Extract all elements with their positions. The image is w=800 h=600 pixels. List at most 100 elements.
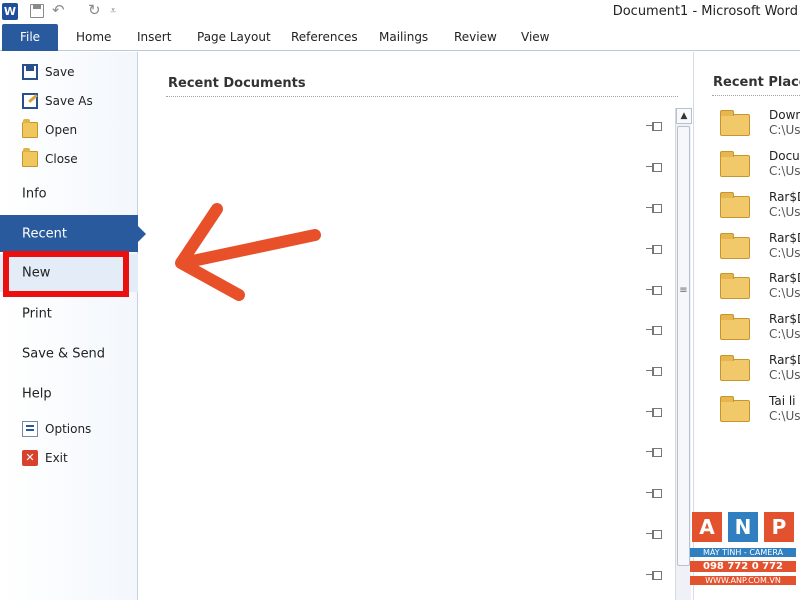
recent-place-item[interactable]: Docu C:\Us: [718, 149, 800, 185]
menu-item-label: Save: [45, 65, 75, 79]
word-app-icon[interactable]: W: [2, 3, 18, 20]
menu-item-print[interactable]: Print: [0, 298, 138, 330]
menu-item-info[interactable]: Info: [0, 178, 138, 210]
place-name: Rar$D: [769, 271, 800, 285]
menu-item-close[interactable]: Close: [0, 147, 138, 171]
backstage-menu: Save Save As Open Close Info Recent New …: [0, 52, 138, 600]
pin-icon[interactable]: [646, 447, 662, 457]
pin-icon[interactable]: [646, 244, 662, 254]
recent-place-item[interactable]: Rar$D C:\Us: [718, 271, 800, 307]
folder-icon: [720, 151, 750, 177]
folder-icon: [720, 355, 750, 381]
menu-item-options[interactable]: Options: [0, 417, 138, 441]
watermark-letters: A N P: [692, 512, 794, 544]
undo-icon[interactable]: ↶: [52, 1, 65, 19]
place-path: C:\Us: [769, 409, 800, 423]
customize-toolbar-icon[interactable]: ⩡: [110, 4, 116, 18]
scroll-thumb[interactable]: ≡: [677, 126, 690, 566]
pin-icon[interactable]: [646, 488, 662, 498]
place-path: C:\Us: [769, 205, 800, 219]
menu-item-label: Save As: [45, 94, 93, 108]
watermark-tagline: MÁY TÍNH - CAMERA: [690, 548, 796, 557]
pin-icon[interactable]: [646, 407, 662, 417]
watermark-letter-p: P: [764, 512, 794, 542]
tab-page-layout[interactable]: Page Layout: [197, 30, 271, 44]
close-folder-icon: [22, 148, 38, 167]
pin-icon[interactable]: [646, 162, 662, 172]
title-bar: W ↶ ↻ ⩡ Document1 - Microsoft Word: [0, 0, 800, 24]
menu-item-label: Recent: [22, 226, 67, 241]
menu-item-label: Exit: [45, 451, 68, 465]
menu-item-label: Info: [22, 186, 47, 202]
place-path: C:\Us: [769, 286, 800, 300]
watermark-phone: 098 772 0 772: [690, 561, 796, 572]
redo-icon[interactable]: ↻: [88, 1, 101, 19]
watermark-letter-n: N: [728, 512, 758, 542]
tab-home[interactable]: Home: [76, 30, 111, 44]
pin-icon[interactable]: [646, 366, 662, 376]
menu-item-label: Close: [45, 152, 78, 166]
recent-places-title: Recent Places: [713, 75, 800, 90]
watermark-logo: A N P MÁY TÍNH - CAMERA 098 772 0 772 WW…: [690, 512, 796, 594]
tab-references[interactable]: References: [291, 30, 358, 44]
folder-icon: [720, 110, 750, 136]
folder-icon: [720, 273, 750, 299]
place-path: C:\Us: [769, 164, 800, 178]
tab-mailings[interactable]: Mailings: [379, 30, 428, 44]
menu-item-label: Open: [45, 123, 78, 137]
pin-icon[interactable]: [646, 570, 662, 580]
place-name: Rar$D: [769, 190, 800, 204]
tab-review[interactable]: Review: [454, 30, 497, 44]
quick-save-icon[interactable]: [30, 4, 44, 18]
folder-icon: [720, 314, 750, 340]
folder-icon: [720, 233, 750, 259]
place-path: C:\Us: [769, 123, 800, 137]
menu-item-save-and-send[interactable]: Save & Send: [0, 338, 138, 370]
place-path: C:\Us: [769, 327, 800, 341]
recent-documents-scrollbar[interactable]: ▲ ≡: [675, 108, 692, 600]
open-folder-icon: [22, 119, 38, 138]
watermark-site: WWW.ANP.COM.VN: [690, 576, 796, 585]
pin-icon[interactable]: [646, 529, 662, 539]
place-name: Rar$D: [769, 312, 800, 326]
menu-item-label: Options: [45, 422, 92, 436]
place-path: C:\Us: [769, 368, 800, 382]
pin-icon[interactable]: [646, 121, 662, 131]
menu-item-open[interactable]: Open: [0, 118, 138, 142]
tab-file[interactable]: File: [2, 24, 58, 51]
place-name: Down: [769, 108, 800, 122]
recent-documents-divider: [166, 96, 678, 97]
menu-item-save[interactable]: Save: [0, 60, 138, 84]
recent-place-item[interactable]: Down C:\Us: [718, 108, 800, 144]
tab-view[interactable]: View: [521, 30, 549, 44]
recent-place-item[interactable]: Rar$D C:\Us: [718, 312, 800, 348]
pin-icon[interactable]: [646, 285, 662, 295]
highlight-box-new: [3, 251, 129, 297]
place-path: C:\Us: [769, 246, 800, 260]
menu-item-save-as[interactable]: Save As: [0, 89, 138, 113]
folder-icon: [720, 192, 750, 218]
exit-icon: ✕: [22, 450, 38, 466]
grip-icon: ≡: [679, 285, 688, 296]
recent-place-item[interactable]: Rar$D C:\Us: [718, 190, 800, 226]
recent-place-item[interactable]: Rar$D C:\Us: [718, 353, 800, 389]
menu-item-label: Save & Send: [22, 346, 106, 362]
save-icon: [22, 64, 38, 80]
watermark-letter-a: A: [692, 512, 722, 542]
menu-item-recent[interactable]: Recent: [0, 215, 138, 252]
recent-documents-title: Recent Documents: [168, 76, 306, 91]
save-as-icon: [22, 93, 38, 109]
menu-item-exit[interactable]: ✕ Exit: [0, 446, 138, 470]
place-name: Rar$D: [769, 231, 800, 245]
recent-place-item[interactable]: Rar$D C:\Us: [718, 231, 800, 267]
pin-icon[interactable]: [646, 203, 662, 213]
place-name: Docu: [769, 149, 800, 163]
recent-place-item[interactable]: Tai li C:\Us: [718, 394, 800, 430]
tab-insert[interactable]: Insert: [137, 30, 171, 44]
menu-item-help[interactable]: Help: [0, 378, 138, 410]
window-title: Document1 - Microsoft Word: [612, 4, 798, 19]
scroll-up-icon[interactable]: ▲: [676, 108, 692, 124]
pin-icon[interactable]: [646, 325, 662, 335]
place-name: Rar$D: [769, 353, 800, 367]
options-icon: [22, 421, 38, 437]
